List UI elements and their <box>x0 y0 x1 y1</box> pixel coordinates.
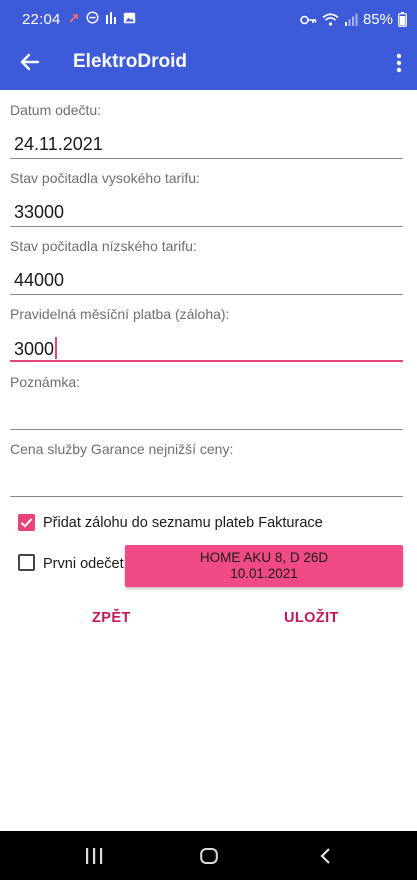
date-field-underline <box>10 158 403 159</box>
low-tariff-field[interactable]: 44000 <box>14 270 64 291</box>
high-tariff-underline <box>10 226 403 227</box>
back-nav-icon[interactable] <box>319 848 331 864</box>
app-bar: ElektroDroid <box>0 38 417 90</box>
back-button[interactable]: ZPĚT <box>92 610 131 626</box>
battery-percent: 85% <box>362 11 393 28</box>
add-payment-checkbox[interactable] <box>18 514 35 531</box>
note-label: Poznámka: <box>10 374 81 390</box>
guarantee-field-underline <box>10 496 403 497</box>
status-left-icons <box>68 11 136 24</box>
key-icon <box>300 15 317 24</box>
recents-icon[interactable] <box>85 848 103 864</box>
image-icon <box>123 12 136 23</box>
dnd-icon <box>86 11 99 24</box>
wifi-icon <box>322 13 339 26</box>
app-title: ElektroDroid <box>73 51 188 72</box>
status-bar: 22:04 85% <box>0 0 417 38</box>
high-tariff-label: Stav počitadla vysokého tarifu: <box>10 170 200 186</box>
date-label: Datum odečtu: <box>10 102 102 118</box>
signal-icon <box>344 13 358 26</box>
payment-value: 3000 <box>14 339 55 359</box>
home-icon[interactable] <box>200 848 218 864</box>
low-tariff-label: Stav počitadla nízského tarifu: <box>10 238 197 254</box>
low-tariff-underline <box>10 294 403 295</box>
payment-field[interactable]: 3000 <box>14 337 58 360</box>
check-icon <box>20 518 33 528</box>
save-button[interactable]: ULOŽIT <box>284 610 339 626</box>
tariff-button-line2: 10.01.2021 <box>230 566 298 581</box>
first-reading-checkbox[interactable] <box>18 554 35 571</box>
bars-icon <box>106 12 116 24</box>
status-right-icons: 85% <box>300 11 407 28</box>
tariff-button-line1: HOME AKU 8, D 26D <box>199 550 329 565</box>
first-reading-label[interactable]: Prvni odečet <box>43 556 124 572</box>
missed-call-icon <box>69 13 78 23</box>
high-tariff-field[interactable]: 33000 <box>14 202 64 223</box>
back-arrow-icon[interactable] <box>18 50 42 74</box>
note-field-underline <box>10 429 403 430</box>
system-nav-bar <box>0 831 417 880</box>
payment-label: Pravidelná měsíční platba (záloha): <box>10 306 230 322</box>
status-time: 22:04 <box>22 11 61 28</box>
add-payment-label[interactable]: Přidat zálohu do seznamu plateb Fakturac… <box>43 515 323 531</box>
tariff-button[interactable]: HOME AKU 8, D 26D 10.01.2021 <box>125 545 403 587</box>
date-field[interactable]: 24.11.2021 <box>14 134 103 155</box>
more-vert-icon[interactable] <box>395 51 403 75</box>
payment-field-underline <box>10 360 403 362</box>
guarantee-label: Cena služby Garance nejnižší ceny: <box>10 441 234 457</box>
battery-icon <box>398 12 407 27</box>
text-cursor <box>55 337 58 359</box>
